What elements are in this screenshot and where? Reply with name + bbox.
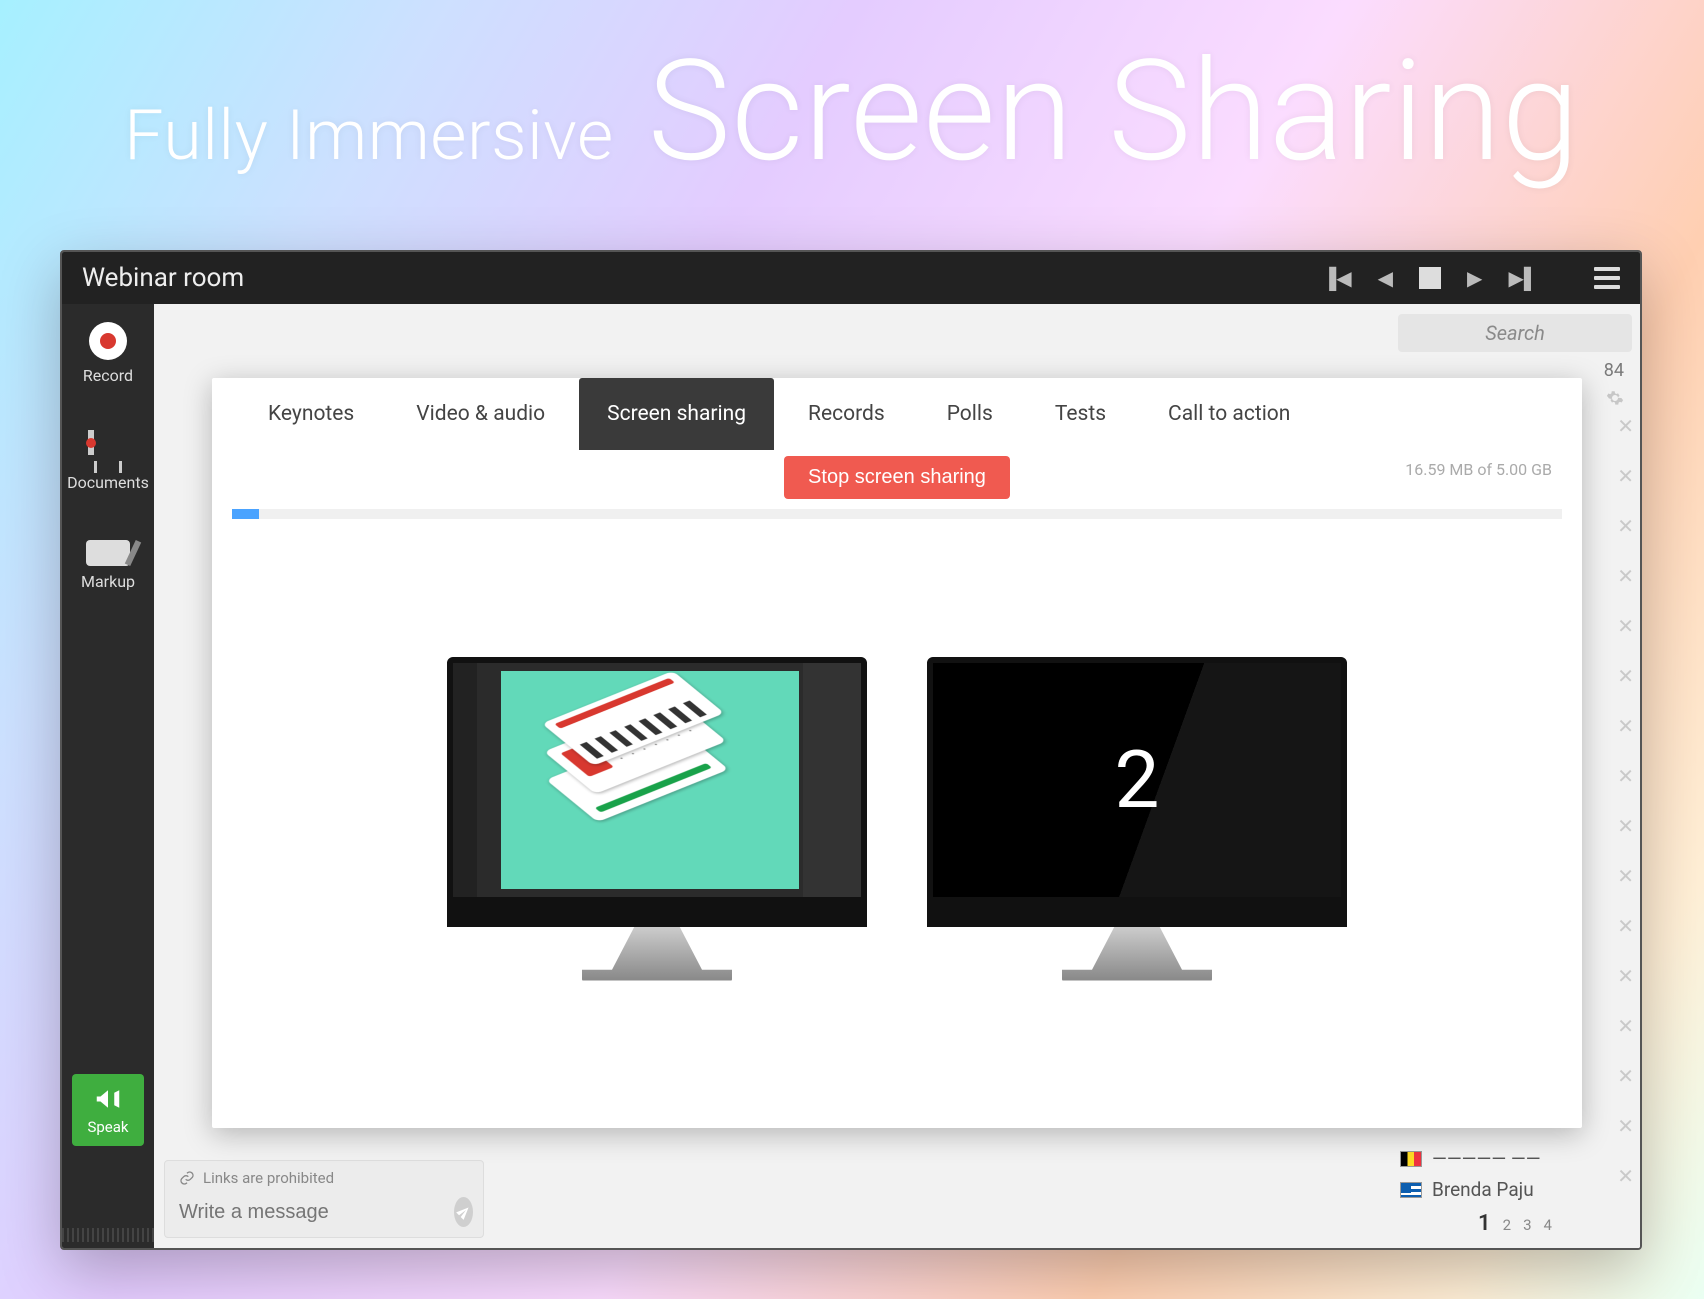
pagination: 1 2 3 4 (1398, 1205, 1632, 1238)
playback-controls: ▐◀ ◀ ▶ ▶▌ (1322, 266, 1620, 291)
participant-icon: ✕ (1617, 464, 1634, 488)
participant-icon: ✕ (1617, 1014, 1634, 1038)
window-title: Webinar room (82, 263, 244, 293)
participant-count: 84 (1604, 360, 1624, 381)
app-window: Webinar room ▐◀ ◀ ▶ ▶▌ Record Documents … (60, 250, 1642, 1250)
participant-icon: ✕ (1617, 614, 1634, 638)
participant-icon: ✕ (1617, 764, 1634, 788)
speak-label: Speak (87, 1118, 128, 1136)
megaphone-icon (93, 1084, 123, 1114)
monitor-selector: 2 (212, 519, 1582, 1128)
flag-icon (1400, 1182, 1422, 1198)
resize-grip[interactable] (62, 1228, 154, 1242)
tab-keynotes[interactable]: Keynotes (240, 378, 382, 450)
page-number[interactable]: 2 (1503, 1216, 1511, 1234)
chat-panel: Links are prohibited (164, 1160, 484, 1238)
page-number[interactable]: 4 (1544, 1216, 1552, 1234)
participant-icon: ✕ (1617, 1064, 1634, 1088)
page-number[interactable]: 3 (1523, 1216, 1531, 1234)
participant-icon: ✕ (1617, 1114, 1634, 1138)
chat-note-text: Links are prohibited (203, 1169, 334, 1187)
easel-icon (88, 433, 128, 467)
participant-icon: ✕ (1617, 664, 1634, 688)
storage-usage: 16.59 MB of 5.00 GB (1405, 460, 1552, 479)
monitor-stand (582, 927, 732, 981)
participant-row[interactable]: ————— —— (1398, 1143, 1632, 1174)
stop-screen-sharing-button[interactable]: Stop screen sharing (784, 456, 1010, 499)
participant-icon: ✕ (1617, 864, 1634, 888)
skip-end-icon[interactable]: ▶▌ (1508, 266, 1538, 291)
participant-icon: ✕ (1617, 914, 1634, 938)
participant-row[interactable]: Brenda Paju (1398, 1174, 1632, 1205)
send-button[interactable] (454, 1197, 473, 1227)
chat-note: Links are prohibited (165, 1161, 483, 1191)
participant-icon: ✕ (1617, 964, 1634, 988)
monitor-1-screen (447, 657, 867, 927)
skip-start-icon[interactable]: ▐◀ (1322, 266, 1352, 291)
flag-icon (1400, 1151, 1422, 1167)
participant-icon: ✕ (1617, 714, 1634, 738)
share-tabs: Keynotes Video & audio Screen sharing Re… (212, 378, 1582, 450)
monitor-2[interactable]: 2 (927, 657, 1347, 981)
paint-roller-icon (86, 540, 130, 566)
sidebar-item-record[interactable]: Record (83, 322, 133, 385)
titlebar: Webinar room ▐◀ ◀ ▶ ▶▌ (62, 252, 1640, 304)
tab-records[interactable]: Records (780, 378, 913, 450)
play-icon[interactable]: ▶ (1467, 266, 1482, 290)
sidebar-item-label: Record (83, 366, 133, 385)
monitor-stand (1062, 927, 1212, 981)
send-icon (454, 1202, 474, 1222)
promo-subtitle: Fully Immersive (124, 95, 614, 177)
upload-progress (232, 509, 1562, 519)
participant-status-column: ✕ ✕ ✕ ✕ ✕ ✕ ✕ ✕ ✕ ✕ ✕ ✕ ✕ ✕ ✕ ✕ (1617, 414, 1634, 1188)
monitor-1[interactable] (447, 657, 867, 981)
monitor-number: 2 (933, 663, 1341, 897)
sidebar-item-markup[interactable]: Markup (81, 540, 135, 591)
participant-icon: ✕ (1617, 514, 1634, 538)
menu-icon[interactable] (1594, 267, 1620, 289)
chat-input[interactable] (179, 1201, 444, 1224)
sidebar-item-label: Markup (81, 572, 135, 591)
tab-polls[interactable]: Polls (919, 378, 1021, 450)
tab-video-audio[interactable]: Video & audio (388, 378, 573, 450)
participant-icon: ✕ (1617, 564, 1634, 588)
search-placeholder: Search (1485, 321, 1545, 345)
page-number[interactable]: 1 (1478, 1211, 1491, 1236)
promo-heading: Screen Sharing (648, 30, 1580, 194)
participant-name: Brenda Paju (1432, 1178, 1534, 1201)
prev-icon[interactable]: ◀ (1378, 266, 1393, 290)
speak-button[interactable]: Speak (72, 1074, 144, 1146)
promo-title: Fully Immersive Screen Sharing (0, 30, 1704, 194)
participant-icon: ✕ (1617, 1164, 1634, 1188)
stop-icon[interactable] (1419, 267, 1441, 289)
tab-tests[interactable]: Tests (1027, 378, 1134, 450)
participant-name: ————— —— (1432, 1147, 1541, 1170)
screen-sharing-panel: Keynotes Video & audio Screen sharing Re… (212, 378, 1582, 1128)
tab-call-to-action[interactable]: Call to action (1140, 378, 1318, 450)
search-input[interactable]: Search (1398, 314, 1632, 352)
tab-screen-sharing[interactable]: Screen sharing (579, 378, 774, 450)
sidebar-item-label: Documents (67, 473, 149, 492)
sidebar-item-documents[interactable]: Documents (67, 433, 149, 492)
monitor-2-screen: 2 (927, 657, 1347, 927)
participant-icon: ✕ (1617, 414, 1634, 438)
participant-icon: ✕ (1617, 814, 1634, 838)
record-icon (89, 322, 127, 360)
gear-icon[interactable] (1606, 389, 1624, 407)
left-sidebar: Record Documents Markup Speak (62, 304, 154, 1248)
link-icon (179, 1170, 195, 1186)
upload-progress-fill (232, 509, 259, 519)
